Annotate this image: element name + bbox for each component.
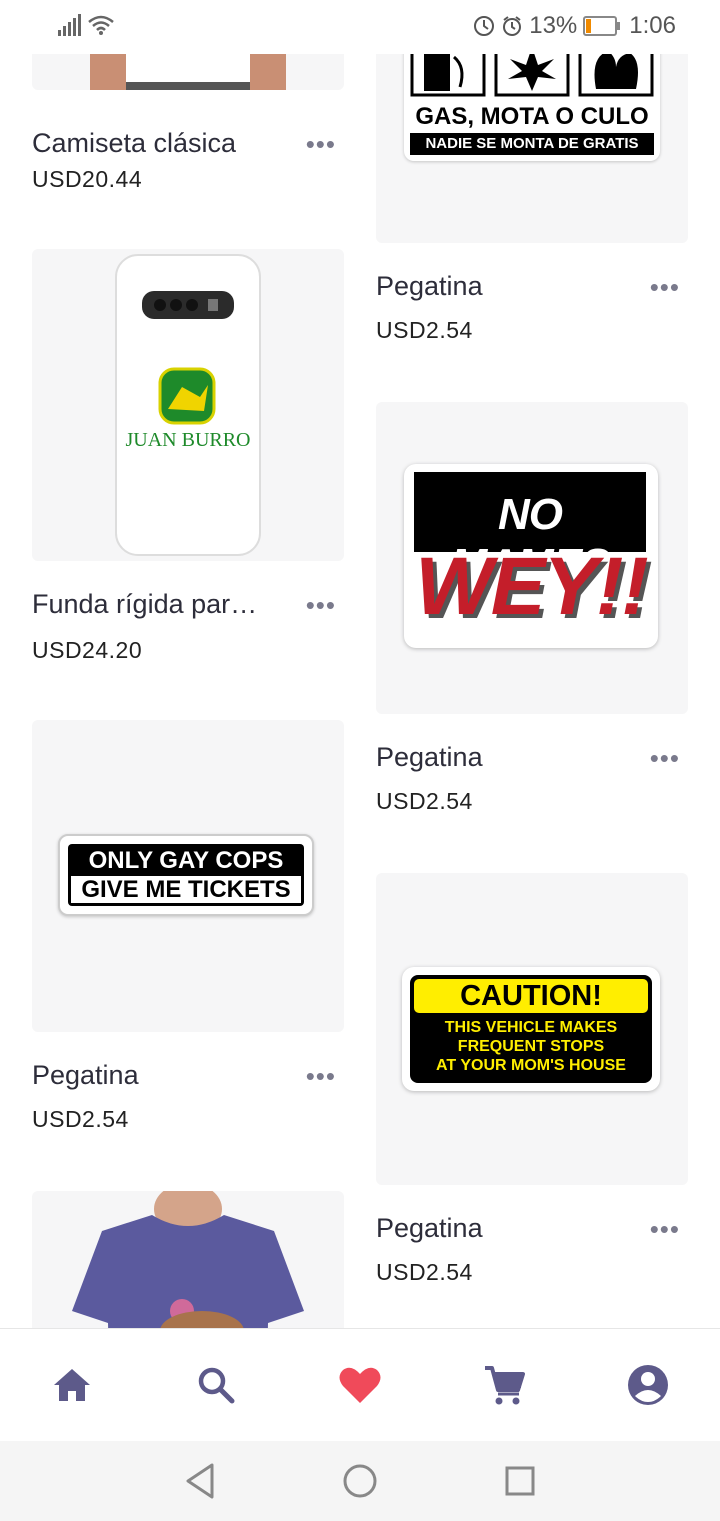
- data-saver-icon: [474, 16, 495, 36]
- more-options-button[interactable]: •••: [650, 1216, 680, 1242]
- more-options-button[interactable]: •••: [306, 131, 336, 157]
- product-title[interactable]: Pegatina: [376, 1213, 483, 1244]
- product-price: USD2.54: [32, 1106, 129, 1132]
- product-title-row: Pegatina •••: [376, 271, 688, 311]
- search-icon: [198, 1367, 235, 1404]
- product-title-row: Pegatina •••: [376, 742, 688, 782]
- cart-icon: [485, 1366, 525, 1405]
- product-image[interactable]: CAUTION! THIS VEHICLE MAKES FREQUENT STO…: [376, 873, 688, 1185]
- tab-search[interactable]: [188, 1357, 244, 1413]
- product-price: USD2.54: [376, 1259, 473, 1285]
- tab-cart[interactable]: [476, 1357, 532, 1413]
- sticker-line-2: THIS VEHICLE MAKES: [444, 1019, 618, 1036]
- tab-favorites[interactable]: [332, 1357, 388, 1413]
- signal-icon: [58, 14, 81, 36]
- recents-icon[interactable]: [500, 1461, 540, 1501]
- bottom-tab-bar: [0, 1328, 720, 1441]
- product-title-row: Pegatina •••: [32, 1060, 344, 1100]
- product-title[interactable]: Pegatina: [376, 271, 483, 302]
- product-card[interactable]: NO MAMES WEY!! Pegatina ••• USD2.54: [376, 402, 688, 814]
- product-title-row: Camiseta clásica •••: [32, 128, 344, 168]
- product-title-row: Funda rígida para Samsung Galaxy •••: [32, 589, 344, 629]
- product-title[interactable]: Pegatina: [376, 742, 483, 773]
- connectivity-icons: [58, 14, 115, 36]
- clock: 1:06: [629, 12, 676, 39]
- product-card[interactable]: CAUTION! THIS VEHICLE MAKES FREQUENT STO…: [376, 873, 688, 1285]
- tab-home[interactable]: [44, 1357, 100, 1413]
- product-image[interactable]: [32, 1191, 344, 1328]
- sticker-line-1: GAS, MOTA O CULO: [415, 103, 649, 130]
- product-title[interactable]: Funda rígida para Samsung Galaxy: [32, 589, 272, 620]
- product-price: USD2.54: [376, 317, 473, 343]
- sticker-only-gay-cops: ONLY GAY COPS GIVE ME TICKETS: [58, 834, 314, 916]
- product-title-row: Pegatina •••: [376, 1213, 688, 1253]
- wifi-icon: [88, 15, 114, 35]
- battery-icon: [583, 16, 621, 36]
- case-print-text: JUAN BURRO: [125, 429, 251, 451]
- sticker-line-1: CAUTION!: [414, 979, 648, 1013]
- sticker-no-mames-wey: NO MAMES WEY!!: [404, 464, 658, 648]
- back-icon[interactable]: [180, 1461, 220, 1501]
- product-price: USD2.54: [376, 788, 473, 814]
- home-circle-icon[interactable]: [340, 1461, 380, 1501]
- product-price: USD20.44: [32, 166, 143, 192]
- product-title[interactable]: Pegatina: [32, 1060, 139, 1091]
- more-options-button[interactable]: •••: [306, 1063, 336, 1089]
- more-options-button[interactable]: •••: [306, 592, 336, 618]
- product-card[interactable]: [32, 1191, 344, 1328]
- alarm-icon: [503, 16, 522, 36]
- account-icon: [628, 1365, 668, 1405]
- more-options-button[interactable]: •••: [650, 274, 680, 300]
- product-image[interactable]: JUAN BURRO: [32, 249, 344, 561]
- product-grid: Camiseta clásica ••• USD20.44 JUAN BURRO…: [0, 0, 720, 1328]
- battery-percent: 13%: [529, 12, 578, 39]
- sticker-line-2: NADIE SE MONTA DE GRATIS: [410, 133, 654, 155]
- product-image[interactable]: NO MAMES WEY!!: [376, 402, 688, 714]
- heart-icon: [339, 1367, 381, 1403]
- sticker-caution: CAUTION! THIS VEHICLE MAKES FREQUENT STO…: [402, 967, 660, 1091]
- status-indicators: 13% 1:06: [473, 12, 676, 40]
- more-options-button[interactable]: •••: [650, 745, 680, 771]
- status-bar: 13% 1:06: [0, 0, 720, 54]
- tab-account[interactable]: [620, 1357, 676, 1413]
- sticker-line-4: AT YOUR MOM'S HOUSE: [436, 1057, 626, 1074]
- product-card[interactable]: JUAN BURRO Funda rígida para Samsung Gal…: [32, 249, 344, 663]
- sticker-line-2: WEY!!: [415, 541, 648, 632]
- product-card[interactable]: ONLY GAY COPS GIVE ME TICKETS Pegatina •…: [32, 720, 344, 1132]
- sticker-line-2: GIVE ME TICKETS: [71, 876, 301, 903]
- sticker-line-1: ONLY GAY COPS: [88, 847, 284, 874]
- product-image[interactable]: ONLY GAY COPS GIVE ME TICKETS: [32, 720, 344, 1032]
- system-nav-bar: [0, 1440, 720, 1521]
- home-icon: [54, 1369, 90, 1401]
- product-title[interactable]: Camiseta clásica: [32, 128, 236, 159]
- product-price: USD24.20: [32, 637, 143, 663]
- sticker-line-3: FREQUENT STOPS: [457, 1038, 605, 1055]
- sticker-gas-mota-culo: GAS, MOTA O CULO NADIE SE MONTA DE GRATI…: [404, 37, 660, 161]
